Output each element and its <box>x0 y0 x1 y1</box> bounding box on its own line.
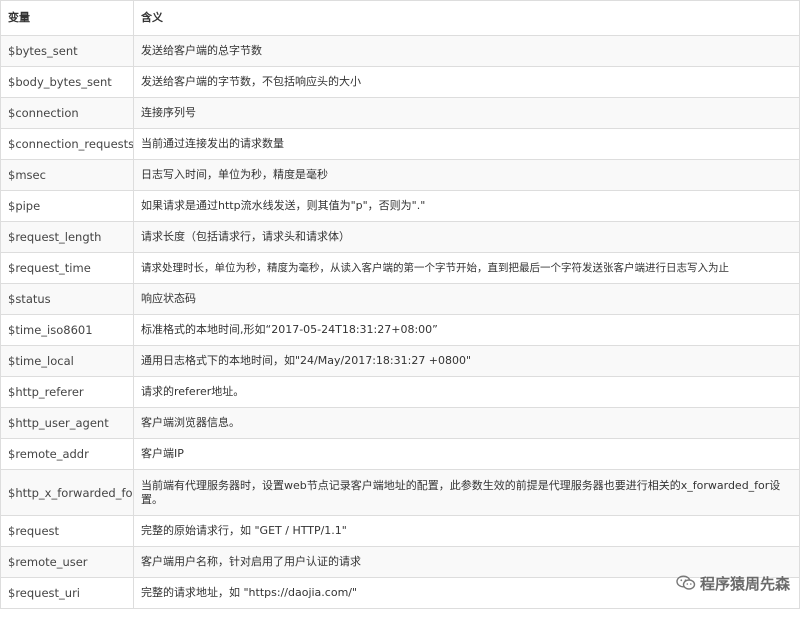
table-row: $http_referer 请求的referer地址。 <box>0 376 800 408</box>
variable-meaning: 当前端有代理服务器时，设置web节点记录客户端地址的配置，此参数生效的前提是代理… <box>133 469 800 516</box>
table-row: $bytes_sent 发送给客户端的总字节数 <box>0 35 800 67</box>
table-row: $request_time 请求处理时长，单位为秒，精度为毫秒，从读入客户端的第一… <box>0 252 800 284</box>
variable-name: $bytes_sent <box>0 35 134 67</box>
variable-name: $http_user_agent <box>0 407 134 439</box>
variable-name: $pipe <box>0 190 134 222</box>
wechat-icon <box>676 575 696 590</box>
variable-name: $remote_addr <box>0 438 134 470</box>
table-row: $status 响应状态码 <box>0 283 800 315</box>
variable-name: $http_x_forwarded_for <box>0 469 134 516</box>
variable-name: $request_uri <box>0 577 134 609</box>
table-header-row: 变量 含义 <box>0 0 800 36</box>
table-row: $request_length 请求长度（包括请求行，请求头和请求体） <box>0 221 800 253</box>
variable-meaning: 当前通过连接发出的请求数量 <box>133 128 800 160</box>
table-row: $connection 连接序列号 <box>0 97 800 129</box>
header-meaning: 含义 <box>133 0 800 36</box>
variable-meaning: 通用日志格式下的本地时间，如"24/May/2017:18:31:27 +080… <box>133 345 800 377</box>
table-row: $body_bytes_sent 发送给客户端的字节数，不包括响应头的大小 <box>0 66 800 98</box>
variable-name: $status <box>0 283 134 315</box>
variable-name: $connection <box>0 97 134 129</box>
watermark: 程序猿周先森 <box>676 571 790 595</box>
table-row: $http_user_agent 客户端浏览器信息。 <box>0 407 800 439</box>
variable-name: $body_bytes_sent <box>0 66 134 98</box>
table-row: $time_local 通用日志格式下的本地时间，如"24/May/2017:18… <box>0 345 800 377</box>
variable-name: $connection_requests <box>0 128 134 160</box>
header-variable: 变量 <box>0 0 134 36</box>
variable-meaning: 请求处理时长，单位为秒，精度为毫秒，从读入客户端的第一个字节开始，直到把最后一个… <box>133 252 800 284</box>
table-row: $pipe 如果请求是通过http流水线发送，则其值为"p"，否则为"." <box>0 190 800 222</box>
variable-meaning: 日志写入时间，单位为秒，精度是毫秒 <box>133 159 800 191</box>
variable-name: $msec <box>0 159 134 191</box>
variable-name: $request_time <box>0 252 134 284</box>
table-row: $connection_requests 当前通过连接发出的请求数量 <box>0 128 800 160</box>
variable-meaning: 完整的原始请求行，如 "GET / HTTP/1.1" <box>133 515 800 547</box>
variable-meaning: 请求的referer地址。 <box>133 376 800 408</box>
variable-name: $http_referer <box>0 376 134 408</box>
variable-meaning: 客户端IP <box>133 438 800 470</box>
table-row: $request 完整的原始请求行，如 "GET / HTTP/1.1" <box>0 515 800 547</box>
table-row: $time_iso8601 标准格式的本地时间,形如“2017-05-24T18:… <box>0 314 800 346</box>
variable-name: $time_iso8601 <box>0 314 134 346</box>
table-row: $msec 日志写入时间，单位为秒，精度是毫秒 <box>0 159 800 191</box>
variable-meaning: 响应状态码 <box>133 283 800 315</box>
variable-name: $request_length <box>0 221 134 253</box>
variable-meaning: 发送给客户端的总字节数 <box>133 35 800 67</box>
variable-meaning: 发送给客户端的字节数，不包括响应头的大小 <box>133 66 800 98</box>
variable-name: $time_local <box>0 345 134 377</box>
table-row: $remote_addr 客户端IP <box>0 438 800 470</box>
variables-table: 变量 含义 $bytes_sent 发送给客户端的总字节数 $body_bytes… <box>0 0 800 609</box>
table-row: $http_x_forwarded_for 当前端有代理服务器时，设置web节点记… <box>0 469 800 516</box>
watermark-text: 程序猿周先森 <box>699 574 790 593</box>
variable-meaning: 标准格式的本地时间,形如“2017-05-24T18:31:27+08:00” <box>133 314 800 346</box>
variable-meaning: 请求长度（包括请求行，请求头和请求体） <box>133 221 800 253</box>
variable-name: $request <box>0 515 134 547</box>
variable-meaning: 如果请求是通过http流水线发送，则其值为"p"，否则为"." <box>133 190 800 222</box>
variable-name: $remote_user <box>0 546 134 578</box>
variable-meaning: 连接序列号 <box>133 97 800 129</box>
variable-meaning: 客户端浏览器信息。 <box>133 407 800 439</box>
